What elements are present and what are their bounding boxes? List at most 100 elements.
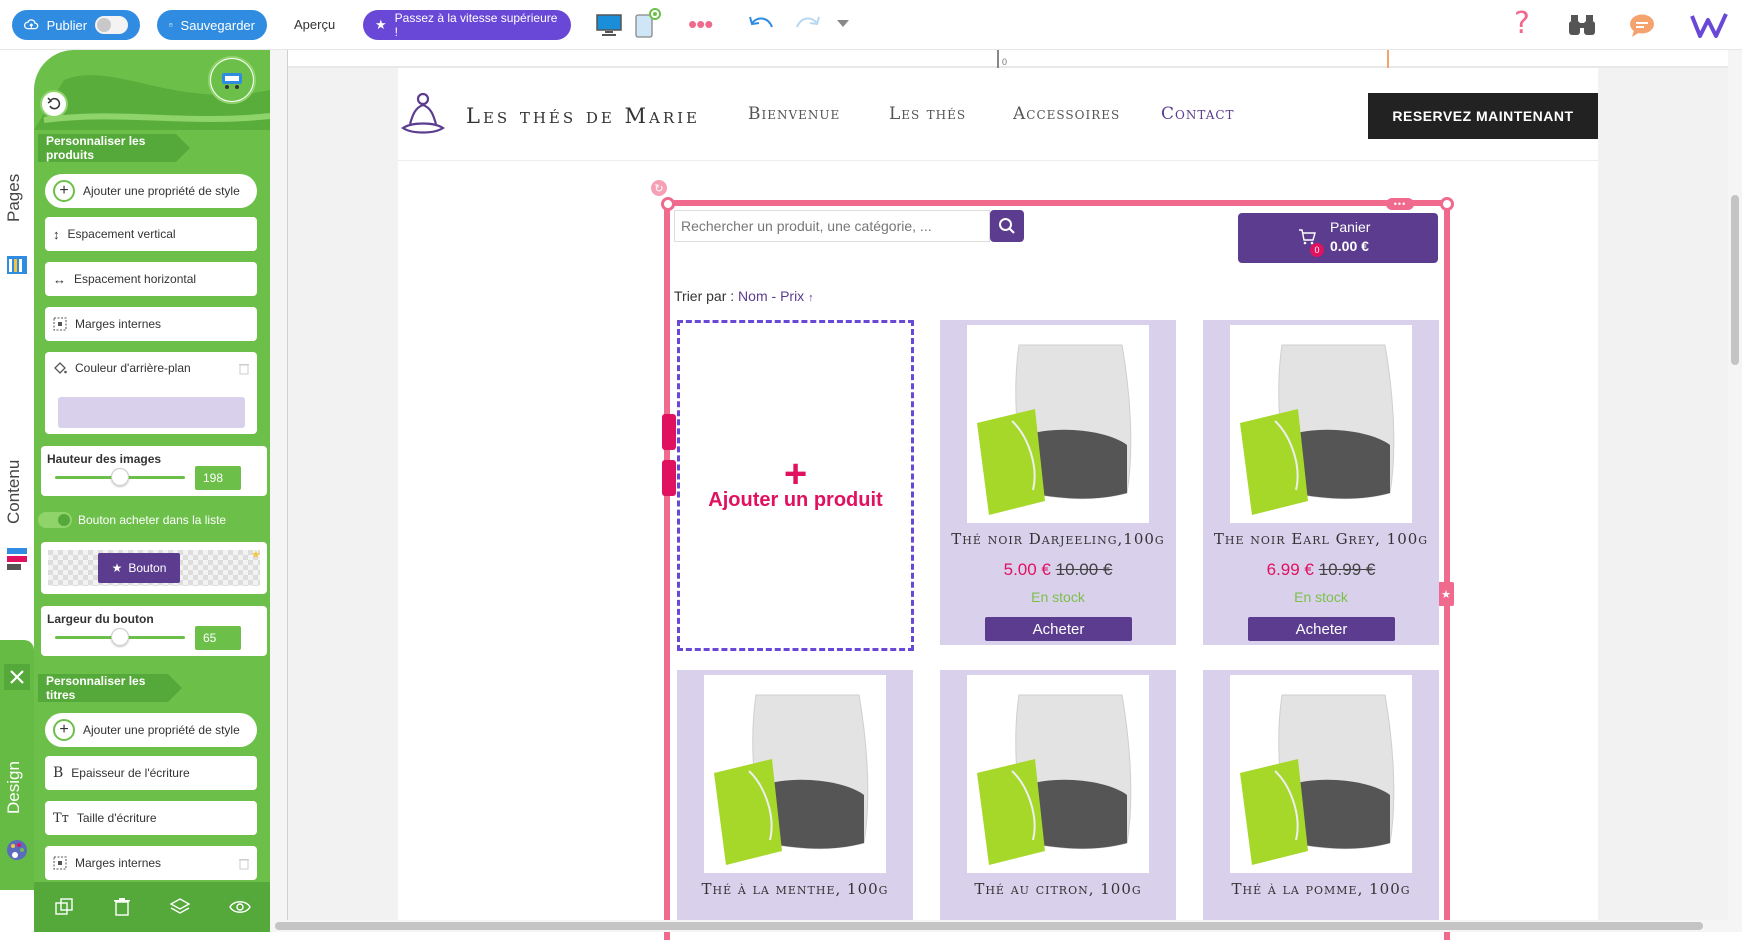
product-image[interactable] <box>967 675 1149 873</box>
help-icon[interactable]: ? <box>1514 6 1530 41</box>
preview-link[interactable]: Aperçu <box>294 17 335 32</box>
sort-by-name-link[interactable]: Nom <box>738 288 768 304</box>
product-title[interactable]: The noir Earl Grey, 100g <box>1203 530 1439 548</box>
vertical-scrollbar[interactable] <box>1728 50 1742 920</box>
redo-icon[interactable] <box>795 15 821 33</box>
palette-icon[interactable] <box>5 838 29 862</box>
sort-by-price-link[interactable]: Prix <box>780 288 804 304</box>
eye-icon[interactable] <box>228 899 251 915</box>
layers-icon[interactable] <box>169 897 190 917</box>
product-card[interactable]: Thé à la pomme, 100g <box>1203 670 1439 920</box>
delete-icon[interactable] <box>113 897 131 917</box>
close-panel-button[interactable] <box>4 664 30 690</box>
nav-item-les-thes[interactable]: Les thés <box>889 104 966 124</box>
tea-bag-image <box>977 694 1132 865</box>
nav-item-contact[interactable]: Contact <box>1161 104 1235 124</box>
product-card[interactable]: Thé à la menthe, 100g <box>677 670 913 920</box>
add-title-style-property-button[interactable]: + Ajouter une propriété de style <box>45 713 257 747</box>
binoculars-icon[interactable] <box>1568 13 1596 37</box>
title-inner-margins-option[interactable]: Marges internes <box>45 846 257 880</box>
more-options-icon[interactable]: ••• <box>688 9 713 40</box>
resize-handle-top-left[interactable] <box>661 197 675 211</box>
resize-handle-top-right[interactable] <box>1440 197 1454 211</box>
rotate-handle[interactable]: ↻ <box>651 180 667 196</box>
products-section-header[interactable]: Personnaliser les produits <box>38 134 190 162</box>
logo-w-icon[interactable] <box>1690 12 1728 40</box>
product-title[interactable]: Thé à la menthe, 100g <box>677 880 913 898</box>
image-height-slider-handle[interactable] <box>111 468 129 486</box>
stock-status: En stock <box>1031 589 1085 605</box>
background-color-swatch[interactable] <box>58 397 245 428</box>
search-button[interactable] <box>990 210 1024 242</box>
duplicate-icon[interactable] <box>54 897 74 917</box>
image-height-input[interactable]: 198 <box>195 466 241 490</box>
font-weight-option[interactable]: B Epaisseur de l'écriture <box>45 756 257 790</box>
undo-icon[interactable] <box>748 15 774 33</box>
top-toolbar: Publier Sauvegarder Aperçu ★ Passez à la… <box>0 0 1742 50</box>
nav-item-bienvenue[interactable]: Bienvenue <box>748 104 840 124</box>
sort-separator: - <box>771 288 777 304</box>
button-preview[interactable]: ★ Bouton <box>98 553 180 583</box>
nav-item-accessoires[interactable]: Accessoires <box>1013 104 1120 124</box>
inner-margins-option[interactable]: Marges internes <box>45 307 257 341</box>
cart-total: 0.00 € <box>1330 238 1369 254</box>
trash-icon[interactable] <box>238 857 250 870</box>
product-image[interactable] <box>704 675 886 873</box>
tab-content[interactable]: Contenu <box>4 460 24 524</box>
tab-design[interactable]: Design <box>4 761 24 814</box>
meditation-logo-icon[interactable] <box>400 92 446 136</box>
horizontal-scrollbar-thumb[interactable] <box>275 922 1703 930</box>
product-title[interactable]: Thé à la pomme, 100g <box>1203 880 1439 898</box>
star-icon: ★ <box>111 561 123 575</box>
buy-button-toggle-row[interactable]: Bouton acheter dans la liste <box>38 510 266 530</box>
site-brand-name[interactable]: Les thés de Marie <box>466 104 700 128</box>
add-style-property-button[interactable]: + Ajouter une propriété de style <box>45 174 257 208</box>
product-title[interactable]: Thé au citron, 100g <box>940 880 1176 898</box>
titles-section-header[interactable]: Personnaliser les titres <box>38 674 182 702</box>
background-color-option[interactable]: Couleur d'arrière-plan <box>45 352 257 434</box>
buy-button-toggle[interactable] <box>38 512 72 528</box>
product-title[interactable]: Thé noir Darjeeling,100g <box>940 530 1176 548</box>
favorite-block-icon[interactable]: ★ <box>1438 582 1454 606</box>
block-options-icon[interactable]: ••• <box>1386 198 1414 210</box>
font-size-option[interactable]: Tт Taille d'écriture <box>45 801 257 835</box>
vertical-spacing-option[interactable]: ↕ Espacement vertical <box>45 217 257 251</box>
chevron-down-icon[interactable] <box>836 19 850 29</box>
mobile-icon[interactable] <box>634 8 662 40</box>
buy-button[interactable]: Acheter <box>1248 617 1395 641</box>
product-image[interactable] <box>967 325 1149 523</box>
product-image[interactable] <box>1230 675 1412 873</box>
add-product-placeholder[interactable]: + Ajouter un produit <box>677 320 914 651</box>
pages-icon[interactable] <box>5 252 29 278</box>
cart-button[interactable]: 0 Panier 0.00 € <box>1238 213 1438 263</box>
vertical-scrollbar-thumb[interactable] <box>1731 195 1739 365</box>
tab-pages[interactable]: Pages <box>4 174 24 222</box>
chat-icon[interactable] <box>1628 13 1656 39</box>
side-drag-handle[interactable] <box>662 414 676 450</box>
buy-button[interactable]: Acheter <box>985 617 1132 641</box>
cloud-upload-icon <box>24 19 39 30</box>
publish-toggle[interactable] <box>95 16 128 34</box>
horizontal-spacing-option[interactable]: ↔ Espacement horizontal <box>45 262 257 296</box>
sort-arrow-icon[interactable]: ↑ <box>808 292 814 304</box>
button-width-input[interactable]: 65 <box>195 626 241 650</box>
save-button[interactable]: Sauvegarder <box>157 10 267 40</box>
product-image[interactable] <box>1230 325 1412 523</box>
product-card[interactable]: Thé noir Darjeeling,100g 5.00 € 10.00 € … <box>940 320 1176 645</box>
horizontal-arrows-icon: ↔ <box>53 271 66 287</box>
button-preview-label: Bouton <box>128 561 167 575</box>
trash-icon[interactable] <box>238 362 250 375</box>
product-search-input[interactable]: Rechercher un produit, une catégorie, ..… <box>674 210 990 242</box>
product-card[interactable]: The noir Earl Grey, 100g 6.99 € 10.99 € … <box>1203 320 1439 645</box>
favorite-star-icon[interactable]: ★ <box>251 548 261 561</box>
back-button[interactable] <box>40 90 68 118</box>
button-width-slider-handle[interactable] <box>111 628 129 646</box>
upgrade-button[interactable]: ★ Passez à la vitesse supérieure ! <box>363 10 571 40</box>
product-card[interactable]: Thé au citron, 100g <box>940 670 1176 920</box>
desktop-icon[interactable] <box>596 12 622 38</box>
content-icon[interactable] <box>5 546 29 572</box>
reserve-now-button[interactable]: RESERVEZ MAINTENANT <box>1368 93 1598 139</box>
side-drag-handle[interactable] <box>662 460 676 496</box>
publish-button[interactable]: Publier <box>12 10 140 40</box>
button-width-control: Largeur du bouton 65 <box>41 606 267 656</box>
